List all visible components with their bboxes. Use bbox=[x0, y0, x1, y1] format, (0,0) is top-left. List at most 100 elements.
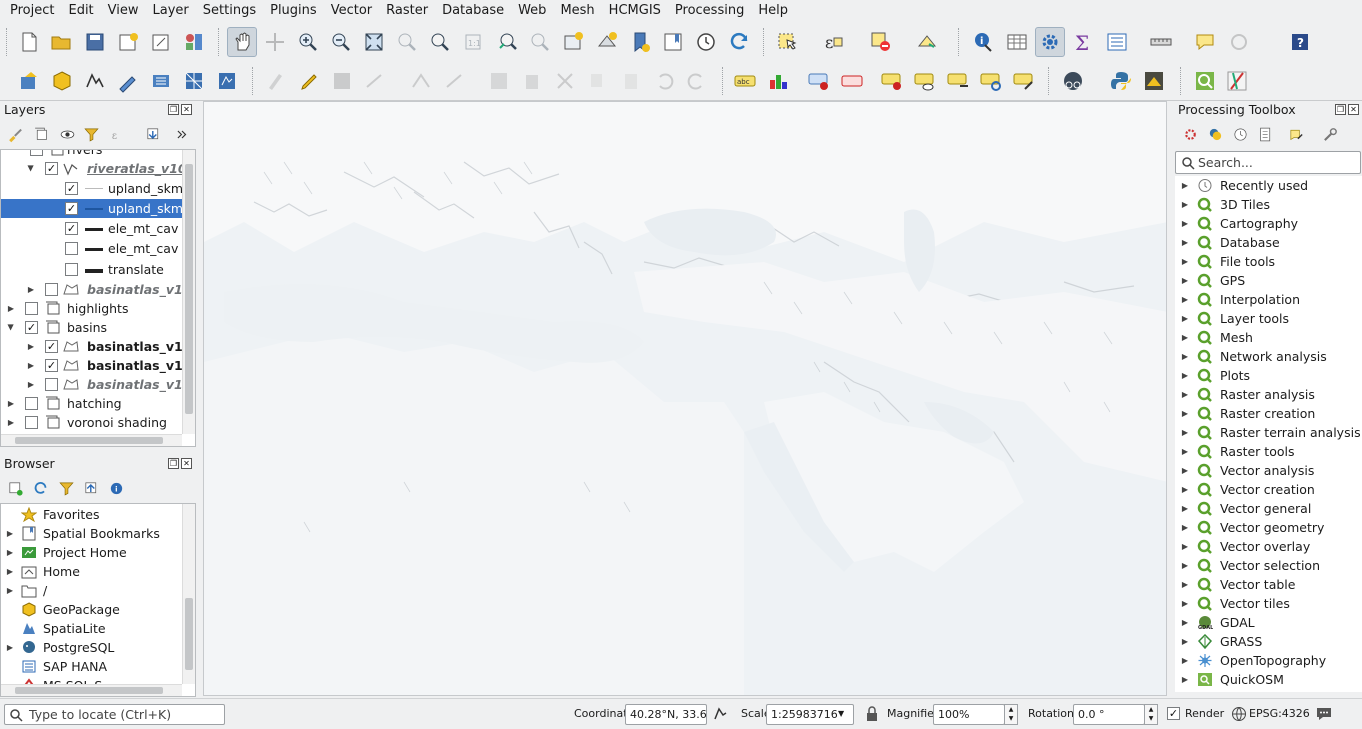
browser-item-home[interactable]: ▶ Home bbox=[1, 562, 183, 581]
expand-arrow-icon[interactable]: ▶ bbox=[26, 280, 36, 299]
vertex-tool-icon[interactable] bbox=[406, 66, 436, 96]
zoom-in-icon[interactable] bbox=[293, 27, 323, 57]
attribute-table-icon[interactable] bbox=[1002, 27, 1032, 57]
expand-arrow-icon[interactable]: ▶ bbox=[1180, 195, 1190, 214]
expand-arrow-icon[interactable]: ▶ bbox=[1180, 480, 1190, 499]
browser-horizontal-scrollbar[interactable] bbox=[1, 684, 182, 696]
manage-map-themes-icon[interactable] bbox=[56, 123, 78, 145]
toolbox-group-vector-table[interactable]: ▶ Vector table bbox=[1175, 575, 1362, 594]
crs-label[interactable]: EPSG:4326 bbox=[1249, 699, 1310, 729]
layer-checkbox[interactable] bbox=[25, 397, 38, 410]
toolbar-grip[interactable] bbox=[6, 28, 9, 56]
gps-tracking-icon[interactable] bbox=[1224, 27, 1254, 57]
layer-row-selected[interactable]: ✓ upland_skm bbox=[1, 199, 183, 218]
menu-settings[interactable]: Settings bbox=[196, 0, 263, 22]
toolbox-group-interpolation[interactable]: ▶ Interpolation bbox=[1175, 290, 1362, 309]
collapse-all-icon[interactable] bbox=[80, 477, 102, 499]
expand-arrow-icon[interactable]: ▶ bbox=[1180, 651, 1190, 670]
coordinate-field[interactable]: 40.28°N, 33.69°E bbox=[625, 704, 707, 725]
layer-checkbox[interactable]: ✓ bbox=[65, 202, 78, 215]
expand-arrow-icon[interactable]: ▶ bbox=[1180, 271, 1190, 290]
deselect-features-icon[interactable] bbox=[866, 27, 896, 57]
toolbox-group-cartography[interactable]: ▶ Cartography bbox=[1175, 214, 1362, 233]
filter-by-expression-icon[interactable]: ε bbox=[106, 123, 128, 145]
change-label-icon[interactable] bbox=[1009, 66, 1039, 96]
layer-row[interactable]: ✓ upland_skm bbox=[1, 179, 183, 198]
new-geopackage-icon[interactable] bbox=[47, 66, 77, 96]
toolbox-group-quickosm[interactable]: ▶ QuickOSM bbox=[1175, 670, 1362, 689]
toolbox-group-vector-general[interactable]: ▶ Vector general bbox=[1175, 499, 1362, 518]
expand-arrow-icon[interactable]: ▶ bbox=[5, 638, 15, 657]
expand-arrow-icon[interactable]: ▶ bbox=[1180, 632, 1190, 651]
field-calculator-icon[interactable] bbox=[1102, 27, 1132, 57]
toolbox-group-vector-tiles[interactable]: ▶ Vector tiles bbox=[1175, 594, 1362, 613]
close-panel-icon[interactable]: ✕ bbox=[181, 458, 192, 469]
new-map-view-icon[interactable] bbox=[558, 27, 588, 57]
layer-checkbox[interactable] bbox=[30, 150, 43, 156]
menu-vector[interactable]: Vector bbox=[324, 0, 379, 22]
toolbox-group-vector-geometry[interactable]: ▶ Vector geometry bbox=[1175, 518, 1362, 537]
more-tools-icon[interactable] bbox=[175, 123, 189, 145]
chevron-down-icon[interactable]: ▼ bbox=[838, 709, 844, 718]
diagram-properties-icon[interactable] bbox=[763, 66, 793, 96]
style-manager-icon[interactable] bbox=[179, 27, 209, 57]
help-icon[interactable]: ? bbox=[1285, 27, 1315, 57]
menu-plugins[interactable]: Plugins bbox=[263, 0, 324, 22]
magnifier-field[interactable]: 100% bbox=[933, 704, 1005, 725]
toolbar-grip[interactable] bbox=[218, 28, 221, 56]
edit-features-in-place-icon[interactable] bbox=[1285, 123, 1307, 145]
save-edits-icon[interactable] bbox=[327, 66, 357, 96]
zoom-next-icon[interactable] bbox=[525, 27, 555, 57]
pan-to-selection-icon[interactable] bbox=[260, 27, 290, 57]
toolbox-group-raster-terrain-analysis[interactable]: ▶ Raster terrain analysis bbox=[1175, 423, 1362, 442]
menu-raster[interactable]: Raster bbox=[379, 0, 435, 22]
models-icon[interactable] bbox=[1179, 123, 1201, 145]
select-features-icon[interactable] bbox=[772, 27, 802, 57]
zoom-native-icon[interactable]: 1:1 bbox=[458, 27, 488, 57]
close-panel-icon[interactable]: ✕ bbox=[1348, 104, 1359, 115]
layer-row[interactable]: ▶ ✓ basins bbox=[1, 318, 183, 337]
toolbox-group-vector-selection[interactable]: ▶ Vector selection bbox=[1175, 556, 1362, 575]
current-edits-icon[interactable] bbox=[261, 66, 291, 96]
browser-item-geopackage[interactable]: GeoPackage bbox=[1, 600, 183, 619]
show-hide-labels-icon[interactable] bbox=[910, 66, 940, 96]
layer-row[interactable]: ▶ hatching bbox=[1, 394, 183, 413]
float-panel-icon[interactable]: ❐ bbox=[1335, 104, 1346, 115]
expand-arrow-icon[interactable]: ▶ bbox=[1180, 366, 1190, 385]
undo-icon[interactable] bbox=[649, 66, 679, 96]
toolbar-grip[interactable] bbox=[252, 67, 255, 95]
expand-arrow-icon[interactable]: ▶ bbox=[1180, 461, 1190, 480]
expand-arrow-icon[interactable]: ▶ bbox=[26, 337, 36, 356]
plugin-icon[interactable] bbox=[1139, 66, 1169, 96]
new-3d-map-view-icon[interactable] bbox=[592, 27, 622, 57]
processing-toolbox-icon[interactable] bbox=[1035, 27, 1065, 57]
toolbox-group-mesh[interactable]: ▶ Mesh bbox=[1175, 328, 1362, 347]
modify-attributes-icon[interactable] bbox=[440, 66, 470, 96]
expand-arrow-icon[interactable]: ▶ bbox=[2, 323, 21, 333]
layer-checkbox[interactable] bbox=[45, 378, 58, 391]
toolbox-group-raster-creation[interactable]: ▶ Raster creation bbox=[1175, 404, 1362, 423]
new-mesh-layer-icon[interactable] bbox=[179, 66, 209, 96]
toolbox-group-file-tools[interactable]: ▶ File tools bbox=[1175, 252, 1362, 271]
expand-arrow-icon[interactable]: ▶ bbox=[5, 543, 15, 562]
highlight-pinned-labels-icon[interactable] bbox=[837, 66, 867, 96]
new-shapefile-icon[interactable] bbox=[80, 66, 110, 96]
expand-arrow-icon[interactable]: ▶ bbox=[1180, 176, 1190, 195]
expand-arrow-icon[interactable]: ▶ bbox=[5, 524, 15, 543]
expand-arrow-icon[interactable]: ▶ bbox=[1180, 499, 1190, 518]
menu-help[interactable]: Help bbox=[751, 0, 795, 22]
toolbox-group-vector-creation[interactable]: ▶ Vector creation bbox=[1175, 480, 1362, 499]
expand-arrow-icon[interactable]: ▶ bbox=[6, 299, 16, 318]
layer-row[interactable]: ✓ ele_mt_cav bbox=[1, 219, 183, 238]
rotation-field[interactable]: 0.0 ° bbox=[1073, 704, 1145, 725]
data-source-manager-icon[interactable] bbox=[14, 66, 44, 96]
new-temporary-layer-icon[interactable] bbox=[212, 66, 242, 96]
layers-vertical-scrollbar[interactable] bbox=[182, 150, 195, 434]
refresh-icon[interactable] bbox=[724, 27, 754, 57]
new-virtual-layer-icon[interactable] bbox=[146, 66, 176, 96]
map-tips-icon[interactable] bbox=[1190, 27, 1220, 57]
layer-row[interactable]: ▶ basinatlas_v10_le bbox=[1, 375, 195, 394]
expand-arrow-icon[interactable]: ▶ bbox=[1180, 594, 1190, 613]
toolbox-group-gdal[interactable]: ▶ GDAL GDAL bbox=[1175, 613, 1362, 632]
layer-checkbox[interactable]: ✓ bbox=[65, 222, 78, 235]
